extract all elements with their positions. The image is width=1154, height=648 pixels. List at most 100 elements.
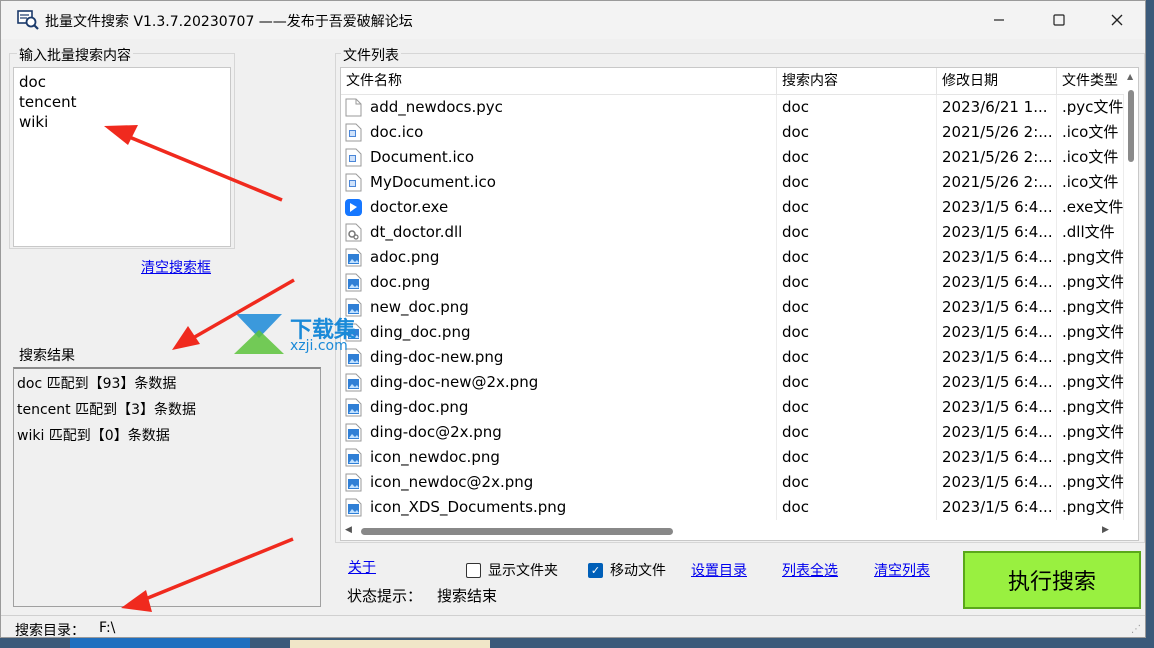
cell-file-name: ding-doc-new@2x.png (341, 370, 777, 395)
scroll-left-icon[interactable]: ◀ (345, 525, 352, 535)
table-row[interactable]: ding-doc@2x.png doc 2023/1/5 6:4... .png文件 (341, 420, 1124, 445)
resize-grip-icon[interactable]: ⋰ (1131, 624, 1141, 635)
cell-keyword: doc (777, 95, 937, 120)
table-row[interactable]: new_doc.png doc 2023/1/5 6:4... .png文件 (341, 295, 1124, 320)
cell-keyword: doc (777, 220, 937, 245)
minimize-button[interactable] (969, 1, 1029, 39)
cell-date: 2023/1/5 6:4... (937, 295, 1057, 320)
close-icon (1111, 14, 1123, 26)
horizontal-scroll-thumb[interactable] (361, 528, 673, 535)
select-all-link[interactable]: 列表全选 (782, 560, 838, 580)
column-header-date[interactable]: 修改日期 (937, 68, 1057, 94)
scroll-up-icon[interactable]: ▲ (1127, 72, 1133, 81)
move-file-checkbox[interactable]: ✓ 移动文件 (588, 560, 666, 580)
table-row[interactable]: Document.ico doc 2021/5/26 2:... .ico文件 (341, 145, 1124, 170)
ico-file-icon (345, 123, 362, 142)
set-directory-link[interactable]: 设置目录 (691, 560, 747, 580)
cell-date: 2023/1/5 6:4... (937, 470, 1057, 495)
move-file-checkbox-box[interactable]: ✓ (588, 562, 603, 578)
table-row[interactable]: doc.ico doc 2021/5/26 2:... .ico文件 (341, 120, 1124, 145)
cell-file-name: ding-doc-new.png (341, 345, 777, 370)
table-row[interactable]: doc.png doc 2023/1/5 6:4... .png文件 (341, 270, 1124, 295)
title-bar[interactable]: 批量文件搜索 V1.3.7.20230707 ——发布于吾爱破解论坛 (1, 1, 1145, 39)
cell-keyword: doc (777, 270, 937, 295)
show-folder-checkbox-box[interactable] (466, 562, 481, 578)
png-file-icon (345, 473, 362, 492)
table-row[interactable]: adoc.png doc 2023/1/5 6:4... .png文件 (341, 245, 1124, 270)
column-header-type[interactable]: 文件类型 (1057, 68, 1124, 94)
cell-keyword: doc (777, 320, 937, 345)
cell-file-name: Document.ico (341, 145, 777, 170)
app-search-icon (17, 10, 39, 30)
search-group-label: 输入批量搜索内容 (17, 45, 133, 65)
table-row[interactable]: ding-doc-new@2x.png doc 2023/1/5 6:4... .pn… (341, 370, 1124, 395)
table-row[interactable]: add_newdocs.pyc doc 2023/6/21 1... .pyc文件 (341, 95, 1124, 120)
cell-keyword: doc (777, 120, 937, 145)
cell-file-name: doctor.exe (341, 195, 777, 220)
table-row[interactable]: icon_newdoc.png doc 2023/1/5 6:4... .png文件 (341, 445, 1124, 470)
results-list[interactable]: doc 匹配到【93】条数据 tencent 匹配到【3】条数据 wiki 匹配… (13, 367, 321, 607)
png-file-icon (345, 398, 362, 417)
vertical-scroll-thumb[interactable] (1128, 90, 1134, 162)
table-row[interactable]: dt_doctor.dll doc 2023/1/5 6:4... .dll文件 (341, 220, 1124, 245)
table-row[interactable]: doctor.exe doc 2023/1/5 6:4... .exe文件 (341, 195, 1124, 220)
cell-keyword: doc (777, 420, 937, 445)
cell-type: .png文件 (1057, 470, 1124, 495)
status-value: 搜索结束 (437, 587, 498, 605)
cell-type: .png文件 (1057, 420, 1124, 445)
file-name-text: add_newdocs.pyc (370, 98, 503, 116)
cell-keyword: doc (777, 195, 937, 220)
file-name-text: ding-doc-new@2x.png (370, 373, 539, 391)
window-title: 批量文件搜索 V1.3.7.20230707 ——发布于吾爱破解论坛 (45, 14, 413, 30)
cell-date: 2023/1/5 6:4... (937, 220, 1057, 245)
ico-file-icon (345, 173, 362, 192)
show-folder-checkbox[interactable]: 显示文件夹 (466, 560, 558, 580)
run-search-button[interactable]: 执行搜索 (963, 551, 1141, 609)
cell-type: .ico文件 (1057, 120, 1124, 145)
table-row[interactable]: icon_newdoc@2x.png doc 2023/1/5 6:4... .png… (341, 470, 1124, 495)
file-name-text: Document.ico (370, 148, 475, 166)
cell-keyword: doc (777, 370, 937, 395)
cell-keyword: doc (777, 170, 937, 195)
cell-file-name: adoc.png (341, 245, 777, 270)
file-list-table[interactable]: 文件名称 搜索内容 修改日期 文件类型 add_newdocs.pyc doc 20… (340, 67, 1139, 541)
cell-type: .png文件 (1057, 445, 1124, 470)
png-file-icon (345, 448, 362, 467)
table-row[interactable]: ding-doc.png doc 2023/1/5 6:4... .png文件 (341, 395, 1124, 420)
cell-file-name: doc.png (341, 270, 777, 295)
cell-type: .png文件 (1057, 395, 1124, 420)
cell-type: .png文件 (1057, 270, 1124, 295)
cell-date: 2023/1/5 6:4... (937, 395, 1057, 420)
cell-date: 2021/5/26 2:... (937, 145, 1057, 170)
cell-keyword: doc (777, 445, 937, 470)
column-header-name[interactable]: 文件名称 (341, 68, 777, 94)
cell-date: 2023/1/5 6:4... (937, 345, 1057, 370)
vertical-scrollbar[interactable]: ▲ (1124, 68, 1138, 518)
table-row[interactable]: MyDocument.ico doc 2021/5/26 2:... .ico文件 (341, 170, 1124, 195)
table-body: add_newdocs.pyc doc 2023/6/21 1... .pyc文件 do… (341, 95, 1124, 520)
table-row[interactable]: ding_doc.png doc 2023/1/5 6:4... .png文件 (341, 320, 1124, 345)
horizontal-scrollbar[interactable]: ◀ ▶ (341, 523, 1124, 540)
about-link[interactable]: 关于 (348, 557, 376, 577)
table-row[interactable]: ding-doc-new.png doc 2023/1/5 6:4... .png文件 (341, 345, 1124, 370)
show-folder-label: 显示文件夹 (488, 563, 558, 579)
cell-date: 2023/1/5 6:4... (937, 370, 1057, 395)
column-header-keyword[interactable]: 搜索内容 (777, 68, 937, 94)
file-name-text: icon_newdoc@2x.png (370, 473, 534, 491)
png-file-icon (345, 423, 362, 442)
cell-type: .png文件 (1057, 370, 1124, 395)
cell-type: .png文件 (1057, 495, 1124, 520)
scroll-right-icon[interactable]: ▶ (1102, 525, 1109, 535)
file-name-text: MyDocument.ico (370, 173, 496, 191)
maximize-button[interactable] (1029, 1, 1089, 39)
file-name-text: doc.png (370, 273, 431, 291)
clear-search-link[interactable]: 清空搜索框 (141, 257, 211, 277)
cell-date: 2023/1/5 6:4... (937, 245, 1057, 270)
clear-list-link[interactable]: 清空列表 (874, 560, 930, 580)
close-button[interactable] (1087, 1, 1145, 39)
search-textarea[interactable]: doc tencent wiki (13, 67, 231, 247)
table-row[interactable]: icon_XDS_Documents.png doc 2023/1/5 6:4...… (341, 495, 1124, 520)
cell-type: .exe文件 (1057, 195, 1124, 220)
cell-type: .dll文件 (1057, 220, 1124, 245)
cell-keyword: doc (777, 395, 937, 420)
